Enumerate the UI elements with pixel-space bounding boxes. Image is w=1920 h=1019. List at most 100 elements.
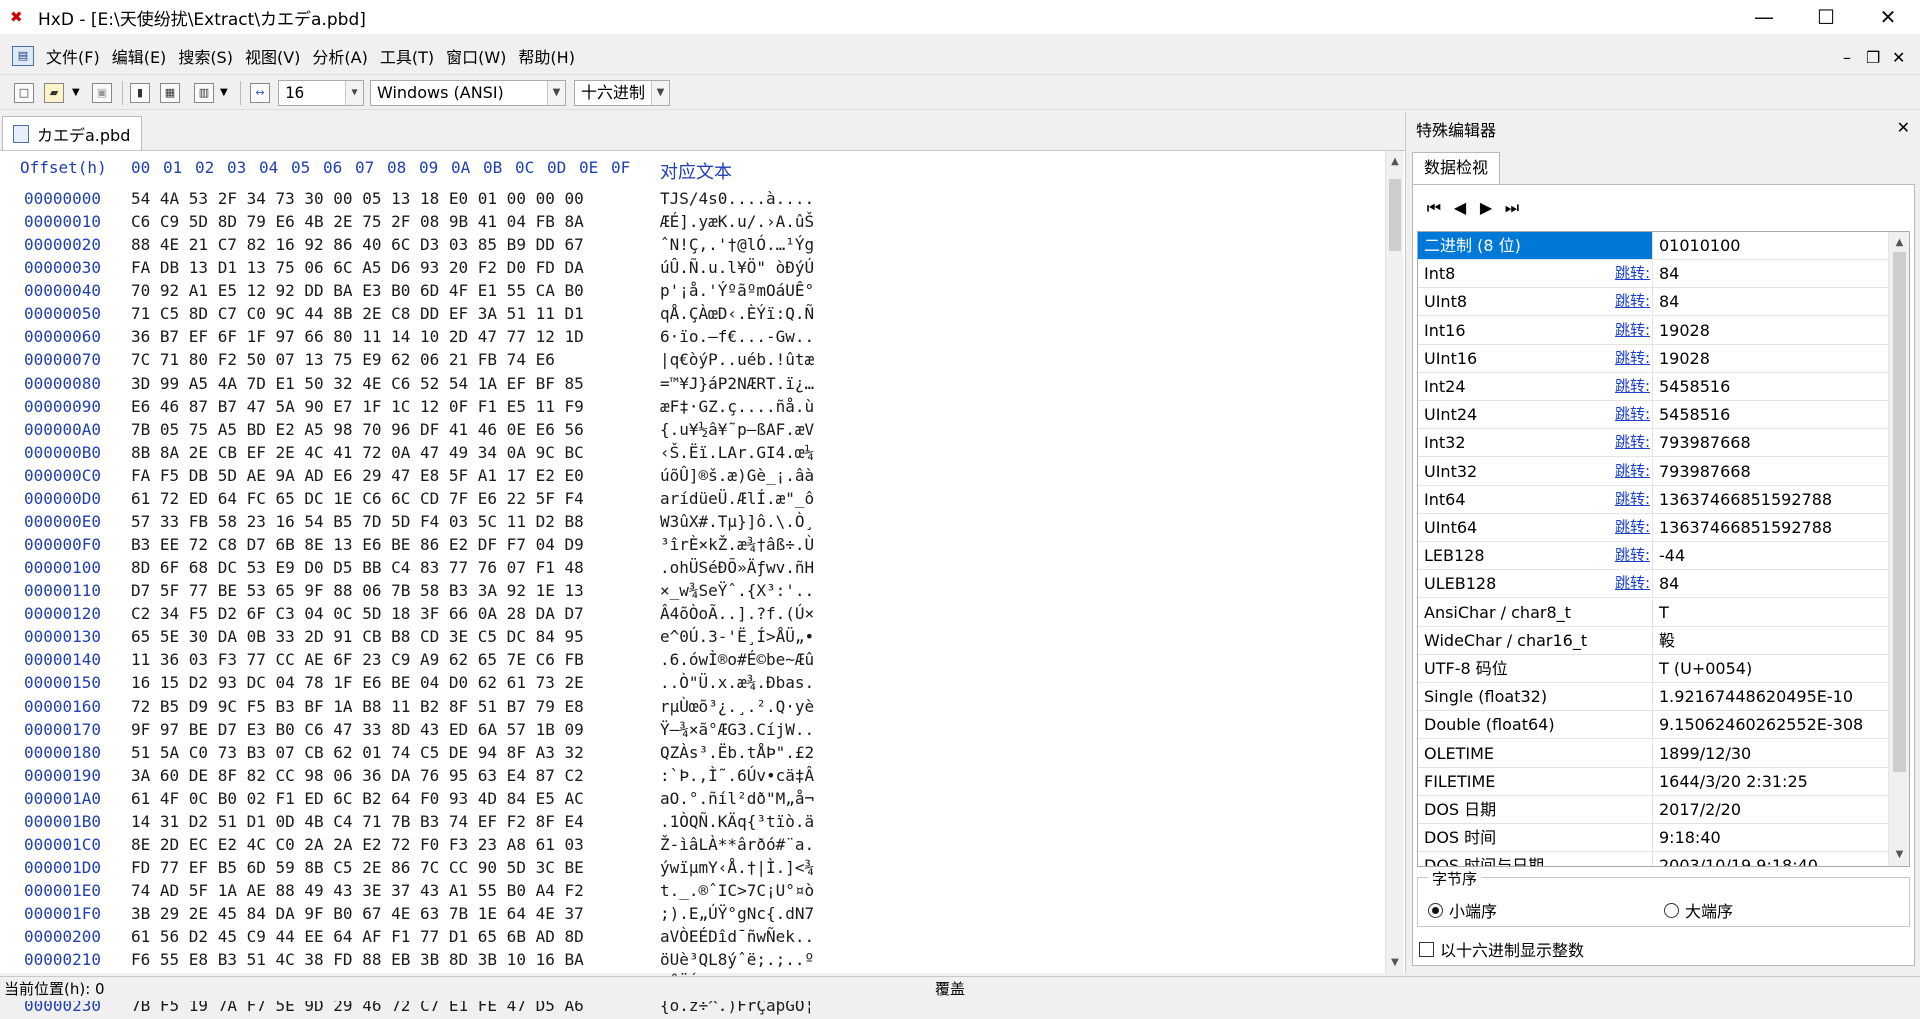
hex-row[interactable]: 00000140 11 36 03 F3 77 CC AE 6F 23 C9 A9… — [0, 650, 1380, 673]
data-inspector-row[interactable]: Int24 跳转: 5458516 — [1418, 373, 1888, 401]
data-inspector-row[interactable]: ULEB128 跳转: 84 — [1418, 570, 1888, 599]
type-value[interactable]: 13637466851592788 — [1652, 485, 1888, 513]
row-bytes[interactable]: 7C 71 80 F2 50 07 13 75 E9 62 06 21 FB 7… — [131, 350, 555, 369]
type-value[interactable]: 1899/12/30 — [1652, 739, 1888, 767]
close-button[interactable]: ✕ — [1857, 0, 1919, 34]
row-bytes[interactable]: 61 4F 0C B0 02 F1 ED 6C B2 64 F0 93 4D 8… — [131, 789, 584, 808]
document-system-icon[interactable]: ▤ — [12, 46, 34, 66]
document-tab[interactable]: カエデa.pbd — [2, 116, 142, 150]
hex-row[interactable]: 000001A0 61 4F 0C B0 02 F1 ED 6C B2 64 F0… — [0, 789, 1380, 812]
data-inspector-row[interactable]: FILETIME 1644/3/20 2:31:25 — [1418, 767, 1888, 796]
row-bytes[interactable]: 61 72 ED 64 FC 65 DC 1E C6 6C CD 7F E6 2… — [131, 489, 584, 508]
row-text[interactable]: QZÀs³.Ëb.tÅÞ".£2 — [660, 743, 814, 762]
row-text[interactable]: t._.®ˆIC>7C¡U°¤ò — [660, 881, 814, 900]
row-bytes[interactable]: C2 34 F5 D2 6F C3 04 0C 5D 18 3F 66 0A 2… — [131, 604, 584, 623]
type-value[interactable]: 䩔 — [1652, 626, 1888, 654]
type-value[interactable]: 84 — [1652, 288, 1888, 316]
row-text[interactable]: Ÿ—¾×ã°ÆG3.CíjW.. — [660, 720, 814, 739]
type-value[interactable]: T (U+0054) — [1652, 655, 1888, 682]
row-text[interactable]: ÆÉ].yæK.u/.›A.ûŠ — [660, 212, 814, 231]
type-value[interactable]: 84 — [1652, 260, 1888, 288]
chevron-down-icon[interactable]: ▼ — [651, 81, 669, 105]
data-inspector-row[interactable]: DOS 时间 9:18:40 — [1418, 824, 1888, 853]
data-inspector-row[interactable]: Int32 跳转: 793987668 — [1418, 429, 1888, 458]
minimize-button[interactable]: — — [1733, 0, 1795, 34]
data-inspector-row[interactable]: UInt8 跳转: 84 — [1418, 288, 1888, 317]
open-folder-icon[interactable]: ▰ — [44, 83, 64, 103]
hex-row[interactable]: 000001E0 74 AD 5F 1A AE 88 49 43 3E 37 43… — [0, 881, 1380, 904]
hex-row[interactable]: 00000010 C6 C9 5D 8D 79 E6 4B 2E 75 2F 08… — [0, 212, 1380, 235]
charset-select[interactable]: Windows (ANSI) ▼ — [370, 80, 566, 106]
menu-search[interactable]: 搜索(S) — [172, 44, 239, 68]
scroll-up-icon[interactable]: ▲ — [1889, 234, 1909, 252]
type-value[interactable]: T — [1652, 598, 1888, 626]
row-text[interactable]: aO.°.ñíl²dð"M„å¬ — [660, 789, 814, 808]
hex-row[interactable]: 000000A0 7B 05 75 A5 BD E2 A5 98 70 96 DF… — [0, 420, 1380, 443]
scroll-down-icon[interactable]: ▼ — [1386, 954, 1404, 972]
hex-row[interactable]: 000001D0 FD 77 EF B5 6D 59 8B C5 2E 86 7C… — [0, 858, 1380, 881]
row-text[interactable]: rµÙœõ³¿.¸.².Q·yè — [660, 697, 814, 716]
mdi-restore-button[interactable]: ❐ — [1866, 48, 1880, 67]
row-bytes[interactable]: 8D 6F 68 DC 53 E9 D0 D5 BB C4 83 77 76 0… — [131, 558, 584, 577]
mdi-close-button[interactable]: ✕ — [1892, 48, 1905, 67]
jump-link[interactable]: 跳转: — [1604, 401, 1650, 428]
menu-view[interactable]: 视图(V) — [239, 44, 306, 68]
hex-row[interactable]: 00000150 16 15 D2 93 DC 04 78 1F E6 BE 04… — [0, 673, 1380, 696]
row-bytes[interactable]: FA F5 DB 5D AE 9A AD E6 29 47 E8 5F A1 1… — [131, 466, 584, 485]
type-value[interactable]: 793987668 — [1652, 457, 1888, 485]
type-value[interactable]: 5458516 — [1652, 401, 1888, 429]
data-inspector-row[interactable]: UTF-8 码位 T (U+0054) — [1418, 655, 1888, 683]
hex-row[interactable]: 00000030 FA DB 13 D1 13 75 06 6C A5 D6 93… — [0, 258, 1380, 281]
row-text[interactable]: =™¥J}áP2NÆRT.ï¿… — [660, 374, 814, 393]
row-bytes[interactable]: 8B 8A 2E CB EF 2E 4C 41 72 0A 47 49 34 0… — [131, 443, 584, 462]
menu-help[interactable]: 帮助(H) — [512, 44, 581, 68]
next-icon[interactable]: ▶ — [1475, 197, 1497, 219]
scroll-thumb[interactable] — [1893, 252, 1906, 772]
copy-icon[interactable]: ▮ — [130, 83, 150, 103]
special-editor-close-button[interactable]: ✕ — [1897, 118, 1910, 137]
row-text[interactable]: 6·ïo.—f€...-Gw.. — [660, 327, 814, 346]
data-inspector-scrollbar[interactable]: ▲ ▼ — [1888, 232, 1909, 866]
row-bytes[interactable]: 36 B7 EF 6F 1F 97 66 80 11 14 10 2D 47 7… — [131, 327, 584, 346]
menu-edit[interactable]: 编辑(E) — [106, 44, 173, 68]
row-bytes[interactable]: 72 B5 D9 9C F5 B3 BF 1A B8 11 B2 8F 51 B… — [131, 697, 584, 716]
row-text[interactable]: ýwïµmY‹Å.†|Ì.]<¾ — [660, 858, 814, 877]
data-inspector-row[interactable]: Int8 跳转: 84 — [1418, 260, 1888, 289]
data-inspector-row[interactable]: DOS 时间与日期 2003/10/19 9:18:40 — [1418, 852, 1888, 866]
menu-window[interactable]: 窗口(W) — [440, 44, 512, 68]
row-text[interactable]: ;).E„ÚŸ°gNc{.dN7 — [660, 904, 814, 923]
hex-row[interactable]: 00000110 D7 5F 77 BE 53 65 9F 88 06 7B 58… — [0, 581, 1380, 604]
row-text[interactable]: úõÛ]®š.æ)Gè_¡.âà — [660, 466, 814, 485]
data-inspector-row[interactable]: UInt24 跳转: 5458516 — [1418, 401, 1888, 430]
mdi-minimize-button[interactable]: – — [1843, 48, 1851, 67]
row-bytes[interactable]: C6 C9 5D 8D 79 E6 4B 2E 75 2F 08 9B 41 0… — [131, 212, 584, 231]
row-text[interactable]: {.u¥½â¥˜p–ßAF.æV — [660, 420, 814, 439]
menu-file[interactable]: 文件(F) — [40, 44, 106, 68]
row-text[interactable]: úÛ.Ñ.u.l¥Ö" òÐýÚ — [660, 258, 814, 277]
row-bytes[interactable]: 16 15 D2 93 DC 04 78 1F E6 BE 04 D0 62 6… — [131, 673, 584, 692]
hex-row[interactable]: 00000160 72 B5 D9 9C F5 B3 BF 1A B8 11 B2… — [0, 697, 1380, 720]
hex-row[interactable]: 00000210 F6 55 E8 B3 51 4C 38 FD 88 EB 3B… — [0, 950, 1380, 973]
type-value[interactable]: -44 — [1652, 542, 1888, 570]
row-bytes[interactable]: 3B 29 2E 45 84 DA 9F B0 67 4E 63 7B 1E 6… — [131, 904, 584, 923]
row-text[interactable]: TJS/4s0....à.... — [660, 189, 814, 208]
jump-link[interactable]: 跳转: — [1604, 345, 1650, 372]
menu-tools[interactable]: 工具(T) — [374, 44, 440, 68]
type-value[interactable]: 19028 — [1652, 344, 1888, 372]
row-text[interactable]: ³îrÈ×kŽ.æ¾†âß÷.Ù — [660, 535, 814, 554]
data-inspector-row[interactable]: UInt16 跳转: 19028 — [1418, 344, 1888, 373]
checkbox-unchecked-icon[interactable] — [1419, 941, 1434, 957]
jump-link[interactable]: 跳转: — [1604, 288, 1650, 315]
save-disk-icon[interactable]: ▣ — [92, 83, 112, 103]
row-text[interactable]: arídüeÜ.ÆlÍ.æ"_ô — [660, 489, 814, 508]
big-endian-radio[interactable]: 大端序 — [1664, 898, 1733, 922]
row-bytes[interactable]: 51 5A C0 73 B3 07 CB 62 01 74 C5 DE 94 8… — [131, 743, 584, 762]
row-bytes[interactable]: 54 4A 53 2F 34 73 30 00 05 13 18 E0 01 0… — [131, 189, 584, 208]
row-text[interactable]: aVÒEÉDîd¯ñwÑek.. — [660, 927, 814, 946]
row-bytes[interactable]: FA DB 13 D1 13 75 06 6C A5 D6 93 20 F2 D… — [131, 258, 584, 277]
type-value[interactable]: 1644/3/20 2:31:25 — [1652, 767, 1888, 795]
row-bytes[interactable]: 9F 97 BE D7 E3 B0 C6 47 33 8D 43 ED 6A 5… — [131, 720, 584, 739]
data-inspector-row[interactable]: OLETIME 1899/12/30 — [1418, 739, 1888, 768]
type-value[interactable]: 793987668 — [1652, 429, 1888, 457]
radio-unselected-icon[interactable] — [1664, 902, 1679, 918]
